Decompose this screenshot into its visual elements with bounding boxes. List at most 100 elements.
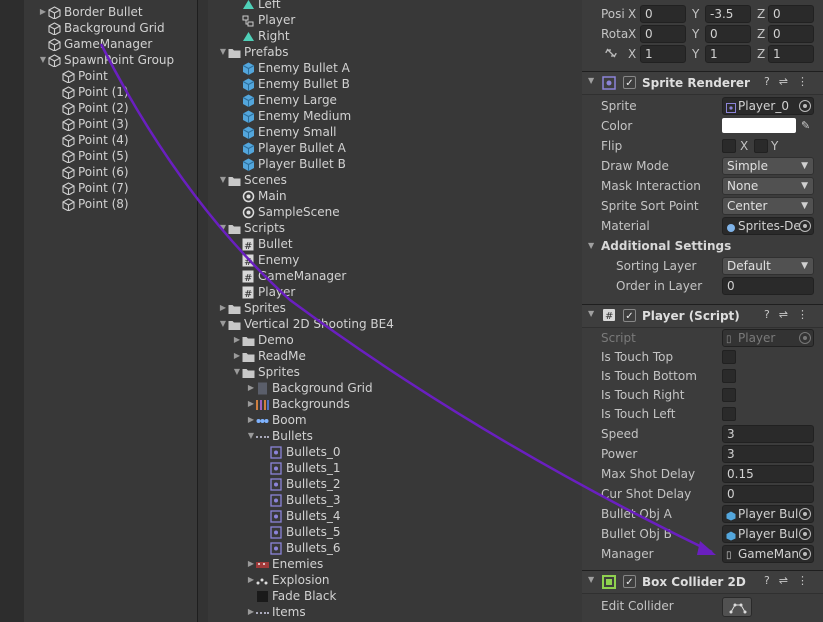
tree-item[interactable]: ▼ Sprites [232, 364, 300, 380]
tree-item[interactable]: ▶ Enemies [246, 556, 323, 572]
tree-item[interactable]: Enemy Bullet B [232, 76, 350, 92]
is-touch-left-checkbox[interactable] [722, 407, 736, 421]
expand-right-icon[interactable]: ▶ [232, 332, 242, 348]
flip-y-checkbox[interactable] [754, 139, 768, 153]
sorting-layer-dropdown[interactable]: Default ▼ [722, 257, 814, 275]
tree-item[interactable]: GameManager [38, 36, 152, 52]
tree-item[interactable]: ▼ Prefabs [218, 44, 289, 60]
help-icon[interactable]: ? [764, 75, 779, 88]
tree-item[interactable]: ▼ Scenes [218, 172, 287, 188]
tree-item[interactable]: Background Grid [38, 20, 165, 36]
scale-x-field[interactable]: 1 [640, 45, 686, 63]
eyedropper-icon[interactable]: ✎ [801, 119, 810, 132]
preset-icon[interactable]: ⇌ [779, 308, 797, 321]
box-collider-foldout-icon[interactable]: ▼ [588, 575, 594, 584]
tree-item[interactable]: Fade Black [246, 588, 336, 604]
power-field[interactable]: 3 [722, 445, 814, 463]
sprite-sort-point-dropdown[interactable]: Center ▼ [722, 197, 814, 215]
expand-right-icon[interactable]: ▶ [246, 412, 256, 428]
sprite-renderer-enabled-checkbox[interactable]: ✓ [623, 76, 636, 89]
expand-down-icon[interactable]: ▼ [218, 220, 228, 236]
bullet-obj-a-field[interactable]: Player Bullet A [722, 505, 814, 523]
expand-down-icon[interactable]: ▼ [38, 52, 48, 68]
tree-item[interactable]: ▼ Bullets [246, 428, 313, 444]
tree-item[interactable]: Enemy Large [232, 92, 337, 108]
expand-right-icon[interactable]: ▶ [232, 348, 242, 364]
position-x-field[interactable]: 0 [640, 5, 686, 23]
mask-interaction-dropdown[interactable]: None ▼ [722, 177, 814, 195]
bullet-obj-b-field[interactable]: Player Bullet B [722, 525, 814, 543]
expand-right-icon[interactable]: ▶ [246, 380, 256, 396]
sprite-renderer-foldout-icon[interactable]: ▼ [588, 76, 594, 85]
tree-item[interactable]: ▶ Border Bullet [38, 4, 143, 20]
tree-item[interactable]: Bullets_1 [260, 460, 340, 476]
tree-item[interactable]: # GameManager [232, 268, 346, 284]
tree-item[interactable]: Bullets_2 [260, 476, 340, 492]
material-field[interactable]: Sprites-Default [722, 217, 814, 235]
expand-down-icon[interactable]: ▼ [232, 364, 242, 380]
tree-item[interactable]: ▶ Boom [246, 412, 307, 428]
tree-item[interactable]: Enemy Small [232, 124, 337, 140]
scale-z-field[interactable]: 1 [768, 45, 814, 63]
flip-x-checkbox[interactable] [722, 139, 736, 153]
additional-settings-foldout-icon[interactable]: ▼ [588, 241, 594, 250]
tree-item[interactable]: Point (8) [52, 196, 129, 212]
tree-item[interactable]: Bullets_4 [260, 508, 340, 524]
additional-settings-row[interactable]: ▼ Additional Settings [582, 236, 823, 256]
tree-item[interactable]: ▶ Demo [232, 332, 294, 348]
expand-down-icon[interactable]: ▼ [218, 44, 228, 60]
scale-y-field[interactable]: 1 [705, 45, 751, 63]
bullet-obj-b-picker-icon[interactable] [799, 528, 811, 540]
expand-down-icon[interactable]: ▼ [218, 316, 228, 332]
order-in-layer-field[interactable]: 0 [722, 277, 814, 295]
rotation-x-field[interactable]: 0 [640, 25, 686, 43]
tree-item[interactable]: Player Bullet B [232, 156, 346, 172]
sprite-field[interactable]: Player_0 [722, 97, 814, 115]
tree-item[interactable]: ▶ Items [246, 604, 306, 620]
tree-item[interactable]: ▶ Sprites [218, 300, 286, 316]
is-touch-bottom-checkbox[interactable] [722, 369, 736, 383]
tree-item[interactable]: SampleScene [232, 204, 340, 220]
tree-item[interactable]: Left [232, 0, 281, 12]
help-icon[interactable]: ? [764, 308, 779, 321]
rotation-z-field[interactable]: 0 [768, 25, 814, 43]
link-scale-icon[interactable] [604, 47, 618, 62]
context-menu-icon[interactable]: ⋮ [797, 308, 817, 321]
tree-item[interactable]: Point (5) [52, 148, 129, 164]
is-touch-top-checkbox[interactable] [722, 350, 736, 364]
tree-item[interactable]: Point (3) [52, 116, 129, 132]
edit-collider-button[interactable] [722, 597, 752, 617]
tree-item[interactable]: ▼ SpawnPoint Group [38, 52, 174, 68]
player-script-header[interactable]: ▼ # ✓ Player (Script) ?⇌⋮ [582, 304, 823, 328]
draw-mode-dropdown[interactable]: Simple ▼ [722, 157, 814, 175]
expand-right-icon[interactable]: ▶ [218, 300, 228, 316]
tree-item[interactable]: Player Bullet A [232, 140, 346, 156]
rotation-y-field[interactable]: 0 [705, 25, 751, 43]
context-menu-icon[interactable]: ⋮ [797, 574, 817, 587]
tree-item[interactable]: Player [232, 12, 295, 28]
sprite-picker-icon[interactable] [799, 100, 811, 112]
expand-right-icon[interactable]: ▶ [246, 396, 256, 412]
tree-item[interactable]: Bullets_5 [260, 524, 340, 540]
tree-item[interactable]: ▶ Explosion [246, 572, 330, 588]
tree-item[interactable]: Enemy Bullet A [232, 60, 350, 76]
is-touch-right-checkbox[interactable] [722, 388, 736, 402]
tree-item[interactable]: Right [232, 28, 290, 44]
tree-item[interactable]: ▼ Scripts [218, 220, 285, 236]
expand-down-icon[interactable]: ▼ [218, 172, 228, 188]
tree-item[interactable]: # Enemy [232, 252, 299, 268]
tree-item[interactable]: ▶ ReadMe [232, 348, 306, 364]
tree-item[interactable]: Point (1) [52, 84, 129, 100]
box-collider-header[interactable]: ▼ ✓ Box Collider 2D ?⇌⋮ [582, 570, 823, 594]
preset-icon[interactable]: ⇌ [779, 75, 797, 88]
speed-field[interactable]: 3 [722, 425, 814, 443]
tree-item[interactable]: Bullets_6 [260, 540, 340, 556]
tree-item[interactable]: Point (6) [52, 164, 129, 180]
manager-picker-icon[interactable] [799, 548, 811, 560]
preset-icon[interactable]: ⇌ [779, 574, 797, 587]
tree-item[interactable]: Bullets_3 [260, 492, 340, 508]
color-swatch[interactable] [722, 118, 796, 133]
tree-item[interactable]: ▶ Background Grid [246, 380, 373, 396]
tree-item[interactable]: Enemy Medium [232, 108, 351, 124]
context-menu-icon[interactable]: ⋮ [797, 75, 817, 88]
